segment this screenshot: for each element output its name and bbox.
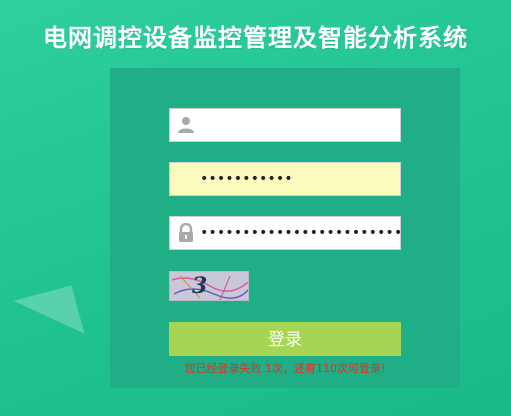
captcha-text: 3 <box>192 273 210 299</box>
secondary-password-field[interactable] <box>169 162 401 196</box>
username-input[interactable] <box>200 109 400 141</box>
password-input[interactable] <box>200 217 400 249</box>
background-decoration <box>0 285 85 365</box>
lock-icon <box>176 222 196 243</box>
captcha-image[interactable]: 3 <box>169 271 249 301</box>
password-field[interactable] <box>169 216 401 250</box>
login-button[interactable]: 登录 <box>169 322 401 356</box>
page-title: 电网调控设备监控管理及智能分析系统 <box>43 24 468 52</box>
login-panel: 3 登录 您已经登录失败 1次，还有110次可登录! <box>110 68 460 388</box>
login-error-message: 您已经登录失败 1次，还有110次可登录! <box>184 362 386 375</box>
username-field[interactable] <box>169 108 401 142</box>
secondary-password-input[interactable] <box>200 163 400 195</box>
user-icon <box>176 115 196 135</box>
